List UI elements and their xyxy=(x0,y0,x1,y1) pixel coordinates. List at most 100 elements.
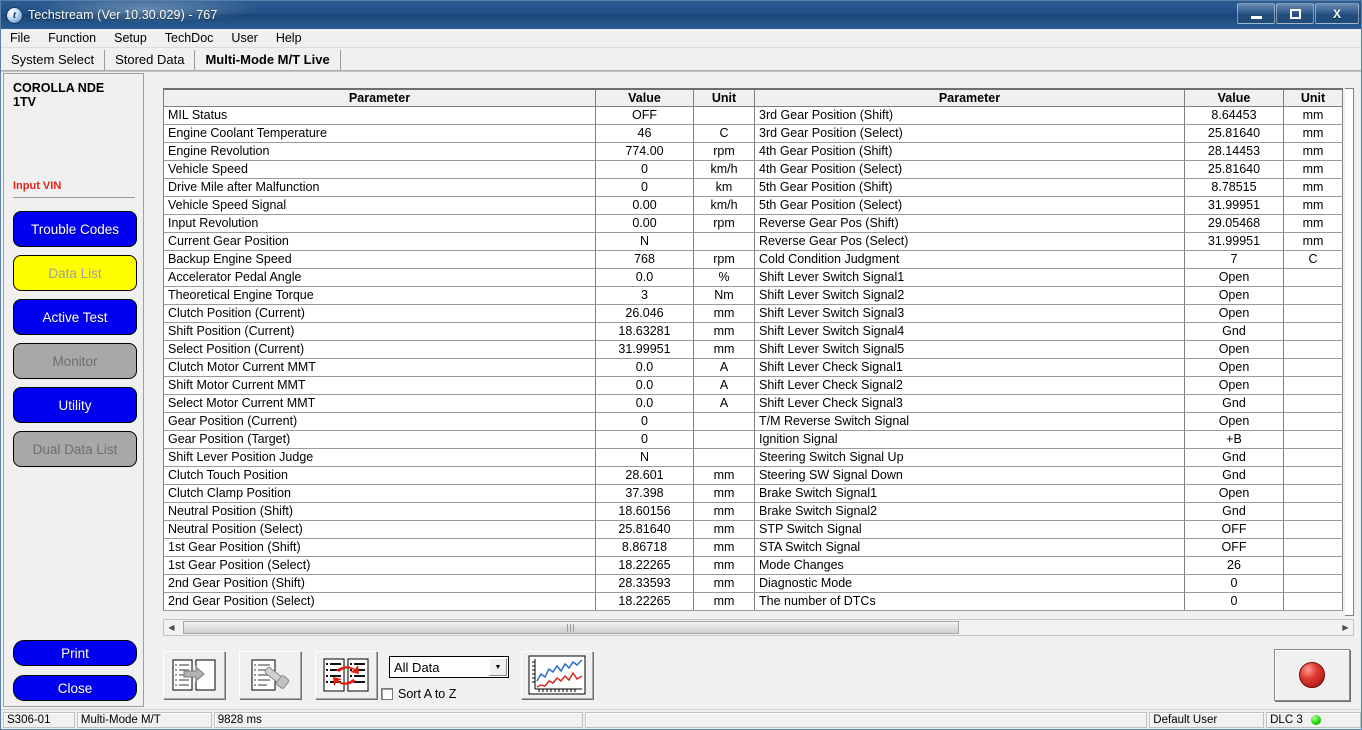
table-row[interactable]: Select Motor Current MMT0.0A xyxy=(164,394,755,412)
input-vin-label[interactable]: Input VIN xyxy=(13,180,61,192)
tab-system-select[interactable]: System Select xyxy=(1,50,105,70)
table-row[interactable]: Shift Lever Check Signal3Gnd xyxy=(755,394,1343,412)
scrollbar-thumb[interactable]: ||| xyxy=(183,621,959,634)
table-row[interactable]: Ignition Signal+B xyxy=(755,430,1343,448)
table-row[interactable]: Backup Engine Speed768rpm xyxy=(164,250,755,268)
print-button[interactable]: Print xyxy=(13,640,137,666)
snapshot-button[interactable] xyxy=(239,651,301,699)
sidebar-button-utility[interactable]: Utility xyxy=(13,387,137,423)
table-row[interactable]: 5th Gear Position (Shift)8.78515mm xyxy=(755,178,1343,196)
cell-unit xyxy=(1284,520,1343,538)
sidebar-button-trouble-codes[interactable]: Trouble Codes xyxy=(13,211,137,247)
table-row[interactable]: STP Switch SignalOFF xyxy=(755,520,1343,538)
table-row[interactable]: 4th Gear Position (Shift)28.14453mm xyxy=(755,142,1343,160)
table-row[interactable]: Brake Switch Signal2Gnd xyxy=(755,502,1343,520)
table-row[interactable]: Shift Lever Switch Signal5Open xyxy=(755,340,1343,358)
header-parameter-right[interactable]: Parameter xyxy=(755,89,1185,106)
close-button[interactable]: X xyxy=(1315,3,1359,24)
table-row[interactable]: Engine Revolution774.00rpm xyxy=(164,142,755,160)
sidebar-button-data-list[interactable]: Data List xyxy=(13,255,137,291)
sort-a-to-z-row[interactable]: Sort A to Z xyxy=(381,687,456,701)
table-row[interactable]: Accelerator Pedal Angle0.0% xyxy=(164,268,755,286)
horizontal-scrollbar[interactable]: ◀ ||| ▶ xyxy=(163,619,1354,636)
table-row[interactable]: 4th Gear Position (Select)25.81640mm xyxy=(755,160,1343,178)
scroll-right-arrow-icon[interactable]: ▶ xyxy=(1338,620,1353,635)
table-row[interactable]: Clutch Motor Current MMT0.0A xyxy=(164,358,755,376)
table-row[interactable]: Steering SW Signal DownGnd xyxy=(755,466,1343,484)
table-row[interactable]: Select Position (Current)31.99951mm xyxy=(164,340,755,358)
minimize-button[interactable] xyxy=(1237,3,1275,24)
table-row[interactable]: T/M Reverse Switch SignalOpen xyxy=(755,412,1343,430)
table-row[interactable]: 1st Gear Position (Select)18.22265mm xyxy=(164,556,755,574)
table-row[interactable]: Diagnostic Mode0 xyxy=(755,574,1343,592)
table-row[interactable]: Clutch Touch Position28.601mm xyxy=(164,466,755,484)
menu-item-techdoc[interactable]: TechDoc xyxy=(156,30,223,46)
table-row[interactable]: Neutral Position (Shift)18.60156mm xyxy=(164,502,755,520)
table-row[interactable]: Clutch Clamp Position37.398mm xyxy=(164,484,755,502)
table-row[interactable]: STA Switch SignalOFF xyxy=(755,538,1343,556)
sidebar-button-monitor[interactable]: Monitor xyxy=(13,343,137,379)
table-row[interactable]: 1st Gear Position (Shift)8.86718mm xyxy=(164,538,755,556)
table-row[interactable]: The number of DTCs0 xyxy=(755,592,1343,610)
record-button[interactable] xyxy=(1274,649,1350,701)
table-row[interactable]: Gear Position (Target)0 xyxy=(164,430,755,448)
table-row[interactable]: 3rd Gear Position (Shift)8.64453mm xyxy=(755,106,1343,124)
table-row[interactable]: Vehicle Speed Signal0.00km/h xyxy=(164,196,755,214)
table-row[interactable]: Shift Position (Current)18.63281mm xyxy=(164,322,755,340)
scroll-left-arrow-icon[interactable]: ◀ xyxy=(164,620,179,635)
sidebar-button-dual-data-list[interactable]: Dual Data List xyxy=(13,431,137,467)
refresh-swap-button[interactable] xyxy=(315,651,377,699)
table-row[interactable]: Shift Lever Check Signal2Open xyxy=(755,376,1343,394)
table-row[interactable]: Brake Switch Signal1Open xyxy=(755,484,1343,502)
cell-parameter: 4th Gear Position (Shift) xyxy=(755,142,1185,160)
menu-item-help[interactable]: Help xyxy=(267,30,311,46)
table-row[interactable]: Neutral Position (Select)25.81640mm xyxy=(164,520,755,538)
select-items-button[interactable] xyxy=(163,651,225,699)
table-row[interactable]: Mode Changes26 xyxy=(755,556,1343,574)
table-row[interactable]: Theoretical Engine Torque3Nm xyxy=(164,286,755,304)
table-row[interactable]: 2nd Gear Position (Shift)28.33593mm xyxy=(164,574,755,592)
table-row[interactable]: Steering Switch Signal UpGnd xyxy=(755,448,1343,466)
header-parameter-left[interactable]: Parameter xyxy=(164,89,596,106)
table-row[interactable]: Clutch Position (Current)26.046mm xyxy=(164,304,755,322)
table-row[interactable]: Reverse Gear Pos (Shift)29.05468mm xyxy=(755,214,1343,232)
data-filter-select[interactable]: All Data ▼ xyxy=(389,656,509,678)
menu-item-user[interactable]: User xyxy=(222,30,266,46)
table-row[interactable]: Gear Position (Current)0 xyxy=(164,412,755,430)
table-row[interactable]: Current Gear PositionN xyxy=(164,232,755,250)
table-row[interactable]: Drive Mile after Malfunction0km xyxy=(164,178,755,196)
close-window-button[interactable]: Close xyxy=(13,675,137,701)
header-value-right[interactable]: Value xyxy=(1185,89,1284,106)
table-row[interactable]: Input Revolution0.00rpm xyxy=(164,214,755,232)
table-row[interactable]: Engine Coolant Temperature46C xyxy=(164,124,755,142)
graph-button[interactable] xyxy=(521,651,593,699)
table-row[interactable]: Shift Motor Current MMT0.0A xyxy=(164,376,755,394)
tab-stored-data[interactable]: Stored Data xyxy=(105,50,195,70)
menu-item-function[interactable]: Function xyxy=(39,30,105,46)
header-unit-right[interactable]: Unit xyxy=(1284,89,1343,106)
table-row[interactable]: Shift Lever Switch Signal4Gnd xyxy=(755,322,1343,340)
sort-a-to-z-checkbox[interactable] xyxy=(381,688,393,700)
table-row[interactable]: 5th Gear Position (Select)31.99951mm xyxy=(755,196,1343,214)
cell-unit: mm xyxy=(694,340,755,358)
scrollbar-track[interactable]: ||| xyxy=(179,620,1338,635)
table-row[interactable]: Vehicle Speed0km/h xyxy=(164,160,755,178)
table-row[interactable]: MIL StatusOFF xyxy=(164,106,755,124)
table-row[interactable]: Shift Lever Position JudgeN xyxy=(164,448,755,466)
table-row[interactable]: Reverse Gear Pos (Select)31.99951mm xyxy=(755,232,1343,250)
table-row[interactable]: 2nd Gear Position (Select)18.22265mm xyxy=(164,592,755,610)
header-unit-left[interactable]: Unit xyxy=(694,89,755,106)
chevron-down-icon[interactable]: ▼ xyxy=(489,658,507,676)
table-row[interactable]: Shift Lever Switch Signal1Open xyxy=(755,268,1343,286)
table-row[interactable]: Shift Lever Switch Signal2Open xyxy=(755,286,1343,304)
menu-item-setup[interactable]: Setup xyxy=(105,30,156,46)
sidebar-button-active-test[interactable]: Active Test xyxy=(13,299,137,335)
menu-item-file[interactable]: File xyxy=(1,30,39,46)
header-value-left[interactable]: Value xyxy=(596,89,694,106)
table-row[interactable]: Cold Condition Judgment7C xyxy=(755,250,1343,268)
table-row[interactable]: Shift Lever Switch Signal3Open xyxy=(755,304,1343,322)
maximize-button[interactable] xyxy=(1276,3,1314,24)
tab-multi-mode-mt-live[interactable]: Multi-Mode M/T Live xyxy=(195,50,340,70)
table-row[interactable]: 3rd Gear Position (Select)25.81640mm xyxy=(755,124,1343,142)
table-row[interactable]: Shift Lever Check Signal1Open xyxy=(755,358,1343,376)
